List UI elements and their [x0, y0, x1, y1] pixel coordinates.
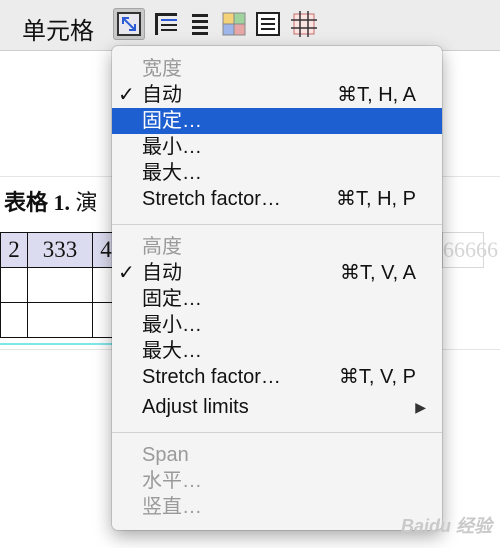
toolbar: 单元格 [0, 0, 500, 51]
align-top-icon[interactable] [150, 8, 182, 40]
menu-separator [112, 432, 442, 433]
table-cell[interactable]: 333 [27, 232, 93, 268]
table-cell[interactable] [0, 267, 28, 303]
menu-item-adjust-limits[interactable]: Adjust limits ▶ [112, 394, 442, 420]
menu-item-height-auto[interactable]: ✓ 自动 ⌘T, V, A [112, 260, 442, 286]
menu-item-width-auto[interactable]: ✓ 自动 ⌘T, H, A [112, 82, 442, 108]
table-row [0, 302, 120, 338]
menu-item-span-horizontal: 水平… [142, 470, 202, 492]
cell-dropdown-menu: 宽度 ✓ 自动 ⌘T, H, A 固定… 最小… 最大… Stretch fac… [112, 46, 442, 530]
resize-diagonal-icon[interactable] [113, 8, 145, 40]
menu-item-width-max[interactable]: 最大… [112, 160, 442, 186]
ghost-cell-value: 66666 [443, 237, 498, 262]
menu-shortcut: ⌘T, H, A [337, 84, 416, 106]
menu-item-width-min[interactable]: 最小… [112, 134, 442, 160]
color-grid-icon[interactable] [218, 8, 250, 40]
menu-item-width-stretch[interactable]: Stretch factor… ⌘T, H, P [112, 186, 442, 212]
table-cell[interactable] [0, 302, 28, 338]
checkmark-icon: ✓ [118, 84, 135, 106]
checkmark-icon: ✓ [118, 262, 135, 284]
grid-hatch-icon[interactable] [288, 8, 320, 40]
submenu-arrow-icon: ▶ [415, 399, 426, 415]
menu-item-height-max[interactable]: 最大… [112, 338, 442, 364]
menu-item-height-min[interactable]: 最小… [112, 312, 442, 338]
table-row: 2 333 4 [0, 232, 120, 268]
menu-item-width-fixed[interactable]: 固定… [112, 108, 442, 134]
document-table[interactable]: 2 333 4 [0, 232, 120, 338]
menu-item-span-vertical: 竖直… [142, 496, 202, 518]
table-cell[interactable] [27, 267, 93, 303]
watermark: Baidu 经验 [400, 516, 492, 536]
table-row [0, 267, 120, 303]
table-cell[interactable] [27, 302, 93, 338]
align-lines-icon[interactable] [184, 8, 216, 40]
caption-number: 表格 1. [4, 190, 71, 215]
menu-shortcut: ⌘T, H, P [335, 188, 416, 210]
table-caption: 表格 1. 演 [4, 185, 98, 217]
caption-text: 演 [75, 190, 98, 215]
menu-shortcut: ⌘T, V, P [338, 366, 416, 388]
menu-header-height: 高度 [142, 236, 182, 258]
menu-item-height-fixed[interactable]: 固定… [112, 286, 442, 312]
table-cell[interactable]: 2 [0, 232, 28, 268]
ghost-table-cell: 66666 [442, 232, 498, 268]
table-lines-icon[interactable] [252, 8, 284, 40]
menu-separator [112, 224, 442, 225]
menu-item-height-stretch[interactable]: Stretch factor… ⌘T, V, P [112, 364, 442, 390]
menu-header-width: 宽度 [142, 58, 182, 80]
menu-shortcut: ⌘T, V, A [340, 262, 416, 284]
menu-header-span: Span [142, 444, 189, 466]
toolbar-label: 单元格 [22, 18, 94, 45]
